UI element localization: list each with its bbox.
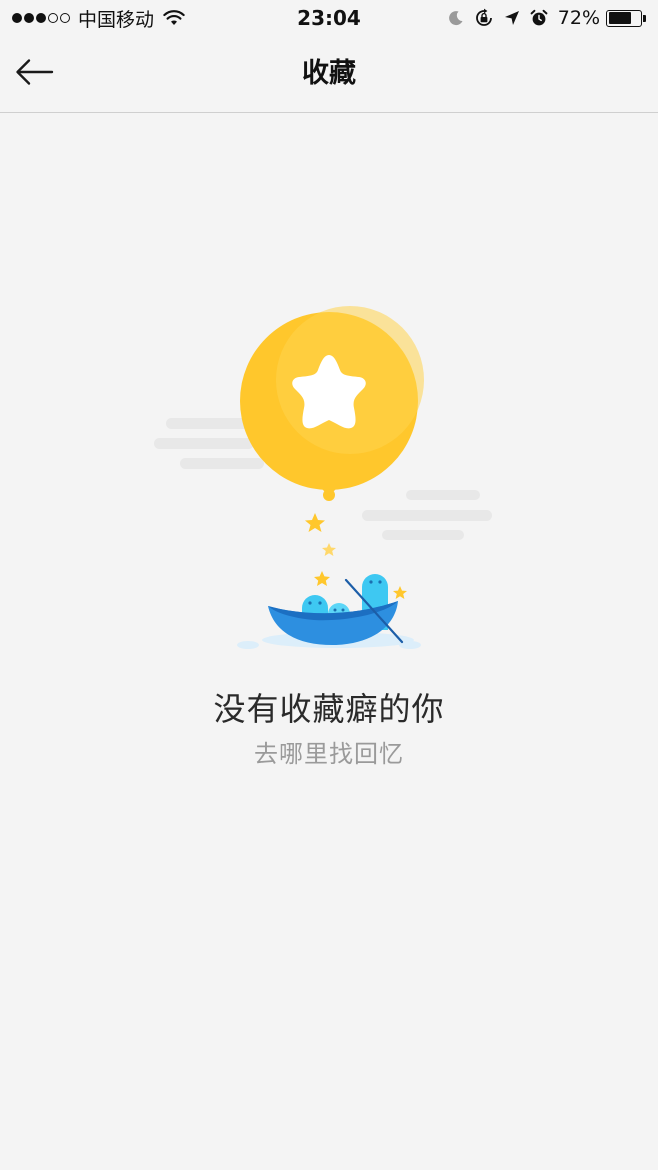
small-star-icon — [305, 513, 325, 532]
battery-percent: 72% — [557, 7, 600, 29]
empty-state-title: 没有收藏癖的你 — [213, 690, 445, 728]
small-star-icon — [314, 571, 330, 586]
status-bar: 中国移动 23:04 72% — [0, 0, 658, 36]
small-star-icon — [393, 586, 407, 599]
battery-tip — [643, 14, 646, 22]
rotation-lock-icon — [474, 8, 494, 28]
cloud-right-illustration — [362, 490, 492, 540]
battery-icon — [606, 9, 646, 27]
battery-body — [606, 9, 642, 27]
star-balloon-icon — [240, 306, 424, 501]
small-star-icon — [322, 543, 336, 556]
page-title: 收藏 — [302, 58, 356, 89]
battery-fill — [608, 12, 631, 24]
location-arrow-icon — [504, 10, 520, 26]
moon-icon — [448, 10, 464, 26]
empty-state-subtitle: 去哪里找回忆 — [254, 740, 404, 768]
alarm-icon — [530, 9, 548, 27]
empty-state-illustration — [150, 300, 500, 664]
status-right: 72% — [438, 6, 646, 30]
navigation-bar: 收藏 — [0, 36, 658, 113]
